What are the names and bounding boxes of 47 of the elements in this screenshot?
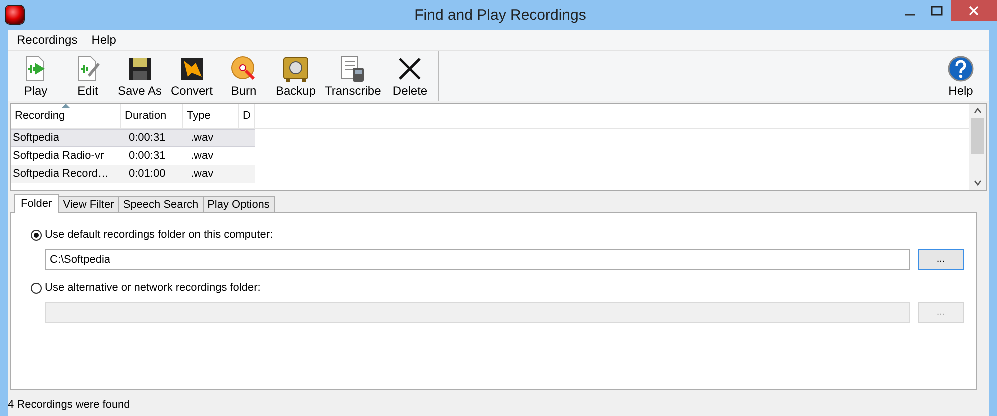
radio-label[interactable]: Use default recordings folder on this computer:: [45, 229, 274, 241]
scrollbar[interactable]: [969, 104, 986, 190]
column-header[interactable]: Type: [183, 104, 239, 128]
table-row[interactable]: Softpedia Record… 0:01:00 .wav: [11, 165, 969, 183]
tab[interactable]: View Filter: [58, 196, 120, 213]
toolbar-button[interactable]: Convert: [166, 51, 218, 101]
table-cell-text: 0:00:31: [128, 149, 167, 164]
folder-path-field[interactable]: C:\Softpedia: [45, 249, 910, 270]
toolbar-button[interactable]: Save As: [114, 51, 166, 101]
table-cell: .wav: [183, 129, 239, 147]
table-cell: 0:01:00: [121, 165, 183, 183]
window-title: Find and Play Recordings: [414, 6, 586, 24]
browse-button[interactable]: ...: [918, 249, 964, 270]
maximize-icon: [931, 6, 944, 16]
table-cell-text: Softpedia Radio-vr: [12, 149, 106, 164]
burn-icon: [230, 55, 258, 83]
table-cell-text: .wav: [190, 149, 215, 164]
column-header[interactable]: Recording: [11, 104, 121, 128]
tab[interactable]: Play Options: [202, 196, 275, 213]
help-button[interactable]: Help: [935, 51, 987, 101]
toolbar-button[interactable]: Edit: [62, 51, 114, 101]
record-icon: [6, 6, 24, 24]
table-cell: Softpedia: [11, 129, 121, 147]
menu-item[interactable]: Recordings: [10, 33, 85, 47]
close-button[interactable]: [950, 0, 997, 21]
table-cell: .wav: [183, 165, 239, 183]
table-row[interactable]: Softpedia Radio-vr 0:00:31 .wav: [11, 147, 969, 165]
toolbar-button[interactable]: Backup: [270, 51, 322, 101]
save-icon: [126, 55, 154, 83]
tab[interactable]: Speech Search: [118, 196, 204, 213]
tab[interactable]: Folder: [14, 194, 60, 213]
table-cell: Softpedia Record…: [11, 165, 121, 183]
table-cell: 0:00:31: [121, 129, 183, 147]
close-icon: [968, 6, 979, 16]
toolbar-button[interactable]: Burn: [218, 51, 270, 101]
toolbar-button[interactable]: Delete: [384, 51, 436, 101]
radio-button[interactable]: [31, 230, 42, 240]
backup-icon: [282, 55, 310, 83]
table-row[interactable]: Softpedia 0:00:31 .wav: [11, 129, 969, 147]
help-icon: [947, 55, 975, 83]
toolbar-button[interactable]: Play: [10, 51, 62, 101]
column-header[interactable]: D: [239, 104, 255, 128]
menu-item[interactable]: Help: [84, 33, 124, 47]
convert-icon: [178, 55, 206, 83]
column-header[interactable]: Duration: [121, 104, 183, 128]
minimize-icon: [905, 14, 916, 16]
toolbar-button[interactable]: Transcribe: [322, 51, 384, 101]
